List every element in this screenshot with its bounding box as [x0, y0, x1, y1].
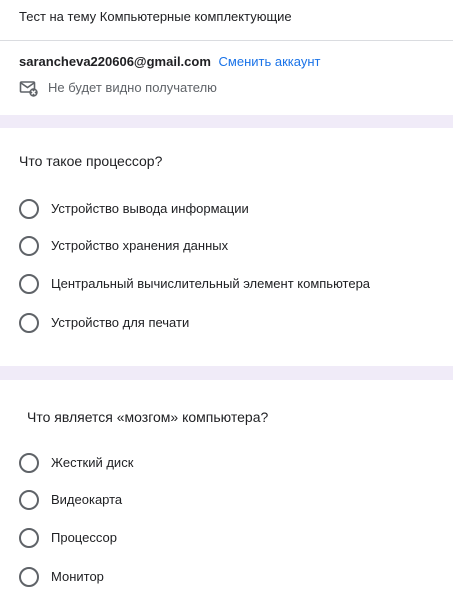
mail-hidden-icon	[19, 81, 38, 97]
option-label: Видеокарта	[51, 492, 123, 507]
question-card-2: Что является «мозгом» компьютера? Жестки…	[0, 380, 453, 600]
privacy-text: Не будет видно получателю	[48, 80, 217, 95]
radio-option[interactable]: Устройство для печати	[19, 313, 439, 335]
switch-account-link[interactable]: Сменить аккаунт	[219, 54, 321, 69]
radio-option[interactable]: Видеокарта	[19, 490, 439, 512]
radio-button[interactable]	[19, 313, 39, 333]
form-title: Тест на тему Компьютерные комплектующие	[19, 9, 292, 24]
option-label: Монитор	[51, 569, 104, 584]
radio-button[interactable]	[19, 567, 39, 587]
radio-button[interactable]	[19, 274, 39, 294]
radio-button[interactable]	[19, 490, 39, 510]
option-label: Центральный вычислительный элемент компь…	[51, 276, 371, 291]
radio-option[interactable]: Монитор	[19, 567, 439, 589]
radio-button[interactable]	[19, 199, 39, 219]
radio-button[interactable]	[19, 528, 39, 548]
question-title: Что такое процессор?	[19, 153, 163, 169]
header-divider	[0, 40, 453, 41]
option-label: Устройство для печати	[51, 315, 190, 330]
radio-option[interactable]: Жесткий диск	[19, 453, 439, 475]
radio-option[interactable]: Устройство вывода информации	[19, 199, 439, 221]
option-label: Процессор	[51, 530, 117, 545]
option-label: Устройство хранения данных	[51, 238, 229, 253]
radio-button[interactable]	[19, 453, 39, 473]
header-card: Тест на тему Компьютерные комплектующие …	[0, 0, 453, 115]
account-email: sarancheva220606@gmail.com	[19, 54, 211, 69]
option-label: Устройство вывода информации	[51, 201, 249, 216]
radio-option[interactable]: Устройство хранения данных	[19, 236, 439, 258]
radio-button[interactable]	[19, 236, 39, 256]
radio-option[interactable]: Процессор	[19, 528, 439, 550]
option-label: Жесткий диск	[51, 455, 134, 470]
radio-option[interactable]: Центральный вычислительный элемент компь…	[19, 274, 439, 296]
question-title: Что является «мозгом» компьютера?	[27, 409, 269, 425]
account-row: sarancheva220606@gmail.com Сменить аккау…	[19, 54, 320, 69]
question-card-1: Что такое процессор? Устройство вывода и…	[0, 128, 453, 366]
